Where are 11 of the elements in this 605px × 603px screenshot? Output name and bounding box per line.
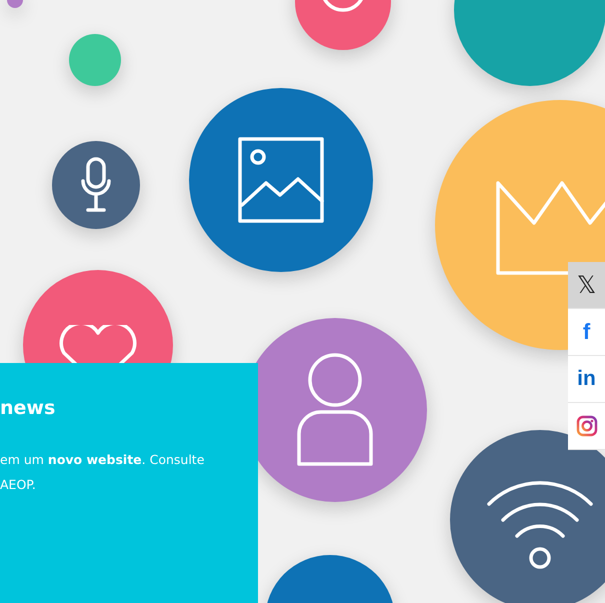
news-text-line: em um novo website. Consulte [0,451,204,469]
news-text-line: AEOP. [0,476,36,494]
person-icon [296,352,374,468]
microphone-icon [81,157,111,213]
image-icon [238,137,324,223]
x-link[interactable]: 𝕏 [568,262,605,309]
instagram-icon [576,415,598,437]
facebook-link[interactable]: f [568,309,605,356]
linkedin-link[interactable]: in [568,356,605,403]
news-heading: news [0,397,56,419]
decorative-circle [69,34,121,86]
